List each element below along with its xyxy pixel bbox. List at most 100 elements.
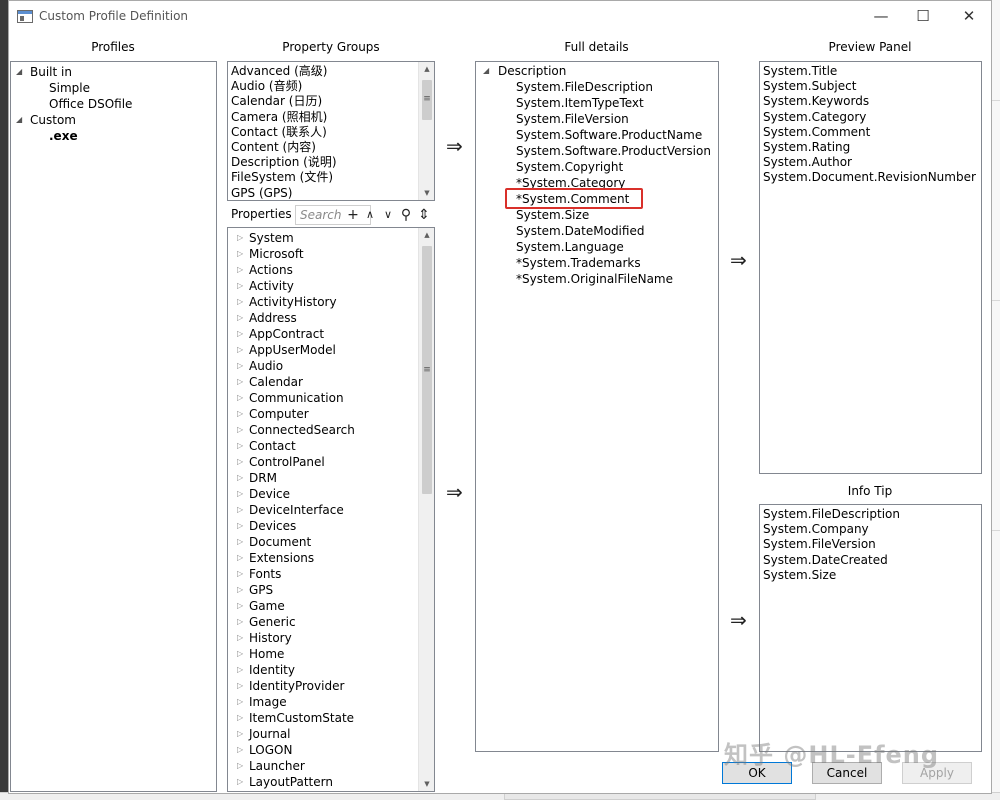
- profiles-tree[interactable]: ◢ Built in Simple Office DSOfile ◢ Custom .exe: [10, 61, 217, 792]
- preview-property-item[interactable]: System.Keywords: [763, 93, 869, 109]
- collapsed-triangle-icon[interactable]: ▷: [237, 566, 243, 582]
- profile-item[interactable]: .exe: [49, 128, 78, 144]
- details-property-item[interactable]: System.Size: [516, 207, 589, 223]
- expanded-triangle-icon[interactable]: ◢: [483, 63, 489, 79]
- collapsed-triangle-icon[interactable]: ▷: [237, 614, 243, 630]
- property-category-item[interactable]: Identity: [249, 662, 295, 678]
- collapsed-triangle-icon[interactable]: ▷: [237, 694, 243, 710]
- collapsed-triangle-icon[interactable]: ▷: [237, 326, 243, 342]
- collapsed-triangle-icon[interactable]: ▷: [237, 758, 243, 774]
- property-category-item[interactable]: Address: [249, 310, 297, 326]
- collapsed-triangle-icon[interactable]: ▷: [237, 534, 243, 550]
- property-category-item[interactable]: Actions: [249, 262, 293, 278]
- property-category-item[interactable]: Calendar: [249, 374, 303, 390]
- property-category-item[interactable]: LOGON: [249, 742, 292, 758]
- maximize-button[interactable]: ☐: [903, 5, 943, 27]
- details-property-item[interactable]: System.Copyright: [516, 159, 623, 175]
- collapsed-triangle-icon[interactable]: ▷: [237, 502, 243, 518]
- property-category-item[interactable]: DRM: [249, 470, 277, 486]
- move-up-icon[interactable]: ∧: [362, 205, 378, 225]
- collapsed-triangle-icon[interactable]: ▷: [237, 678, 243, 694]
- property-groups-list[interactable]: ▲ ≡ ▼ Advanced (高级) Audio (音频) Calendar (日…: [227, 61, 435, 201]
- details-group-item[interactable]: Description: [498, 63, 566, 79]
- collapsed-triangle-icon[interactable]: ▷: [237, 630, 243, 646]
- property-category-item[interactable]: Document: [249, 534, 311, 550]
- scroll-thumb[interactable]: ≡: [422, 80, 432, 120]
- scroll-up-arrow-icon[interactable]: ▲: [419, 228, 434, 242]
- details-property-item[interactable]: System.DateModified: [516, 223, 644, 239]
- preview-property-item[interactable]: System.Rating: [763, 139, 850, 155]
- expanded-triangle-icon[interactable]: ◢: [16, 112, 22, 128]
- collapsed-triangle-icon[interactable]: ▷: [237, 230, 243, 246]
- property-group-item[interactable]: Content (内容): [231, 139, 316, 155]
- property-category-item[interactable]: System: [249, 230, 294, 246]
- property-category-item[interactable]: ConnectedSearch: [249, 422, 355, 438]
- scroll-thumb[interactable]: ≡: [422, 246, 432, 494]
- details-property-item[interactable]: System.Software.ProductName: [516, 127, 702, 143]
- close-button[interactable]: ✕: [949, 5, 989, 27]
- property-category-item[interactable]: AppContract: [249, 326, 324, 342]
- collapsed-triangle-icon[interactable]: ▷: [237, 470, 243, 486]
- expand-collapse-icon[interactable]: ⇕: [416, 205, 432, 225]
- collapsed-triangle-icon[interactable]: ▷: [237, 294, 243, 310]
- collapsed-triangle-icon[interactable]: ▷: [237, 406, 243, 422]
- details-property-item[interactable]: System.Language: [516, 239, 624, 255]
- full-details-tree[interactable]: ◢ Description System.FileDescription System…: [475, 61, 719, 752]
- collapsed-triangle-icon[interactable]: ▷: [237, 438, 243, 454]
- preview-property-item[interactable]: System.Title: [763, 63, 837, 79]
- add-to-infotip-arrow-icon[interactable]: ⇒: [730, 610, 747, 630]
- details-property-item[interactable]: *System.OriginalFileName: [516, 271, 673, 287]
- property-category-item[interactable]: Home: [249, 646, 284, 662]
- info-tip-list[interactable]: System.FileDescription System.Company Syst…: [759, 504, 982, 752]
- property-category-item[interactable]: Launcher: [249, 758, 305, 774]
- infotip-property-item[interactable]: System.DateCreated: [763, 552, 888, 568]
- property-group-item[interactable]: Advanced (高级): [231, 63, 327, 79]
- property-category-item[interactable]: Image: [249, 694, 287, 710]
- property-category-item[interactable]: IdentityProvider: [249, 678, 344, 694]
- property-category-item[interactable]: ItemCustomState: [249, 710, 354, 726]
- collapsed-triangle-icon[interactable]: ▷: [237, 358, 243, 374]
- profile-item[interactable]: Office DSOfile: [49, 96, 132, 112]
- collapsed-triangle-icon[interactable]: ▷: [237, 774, 243, 790]
- preview-property-item[interactable]: System.Category: [763, 109, 866, 125]
- property-category-item[interactable]: Activity: [249, 278, 294, 294]
- scroll-up-arrow-icon[interactable]: ▲: [419, 62, 434, 76]
- preview-property-item[interactable]: System.Author: [763, 154, 852, 170]
- collapsed-triangle-icon[interactable]: ▷: [237, 310, 243, 326]
- property-group-item[interactable]: GPS (GPS): [231, 185, 292, 200]
- preview-panel-list[interactable]: System.Title System.Subject System.Keyword…: [759, 61, 982, 474]
- collapsed-triangle-icon[interactable]: ▷: [237, 246, 243, 262]
- details-property-item[interactable]: System.FileDescription: [516, 79, 653, 95]
- collapsed-triangle-icon[interactable]: ▷: [237, 726, 243, 742]
- property-group-item[interactable]: Contact (联系人): [231, 124, 327, 140]
- collapsed-triangle-icon[interactable]: ▷: [237, 518, 243, 534]
- collapsed-triangle-icon[interactable]: ▷: [237, 454, 243, 470]
- move-down-icon[interactable]: ∨: [380, 205, 396, 225]
- scroll-down-arrow-icon[interactable]: ▼: [419, 186, 434, 200]
- infotip-property-item[interactable]: System.Size: [763, 567, 836, 583]
- collapsed-triangle-icon[interactable]: ▷: [237, 598, 243, 614]
- property-category-item[interactable]: GPS: [249, 582, 273, 598]
- profile-item[interactable]: Built in: [30, 64, 72, 80]
- details-property-item[interactable]: System.ItemTypeText: [516, 95, 644, 111]
- add-to-details-arrow-icon[interactable]: ⇒: [446, 482, 463, 502]
- property-category-item[interactable]: Microsoft: [249, 246, 304, 262]
- property-category-item[interactable]: DeviceInterface: [249, 502, 344, 518]
- collapsed-triangle-icon[interactable]: ▷: [237, 662, 243, 678]
- collapsed-triangle-icon[interactable]: ▷: [237, 342, 243, 358]
- find-icon[interactable]: ⚲: [398, 205, 414, 225]
- property-category-item[interactable]: Extensions: [249, 550, 314, 566]
- preview-property-item[interactable]: System.Subject: [763, 78, 856, 94]
- property-category-item[interactable]: Journal: [249, 726, 291, 742]
- properties-tree[interactable]: ▲ ≡ ▼ ▷ System ▷ Microsoft ▷ Actions ▷ Activity…: [227, 227, 435, 792]
- profile-item[interactable]: Simple: [49, 80, 90, 96]
- infotip-property-item[interactable]: System.Company: [763, 521, 869, 537]
- add-to-details-arrow-icon[interactable]: ⇒: [446, 136, 463, 156]
- property-category-item[interactable]: Game: [249, 598, 285, 614]
- property-category-item[interactable]: History: [249, 630, 292, 646]
- property-category-item[interactable]: ControlPanel: [249, 454, 325, 470]
- preview-property-item[interactable]: System.Document.RevisionNumber: [763, 169, 976, 185]
- scroll-down-arrow-icon[interactable]: ▼: [419, 777, 434, 791]
- infotip-property-item[interactable]: System.FileVersion: [763, 536, 876, 552]
- collapsed-triangle-icon[interactable]: ▷: [237, 742, 243, 758]
